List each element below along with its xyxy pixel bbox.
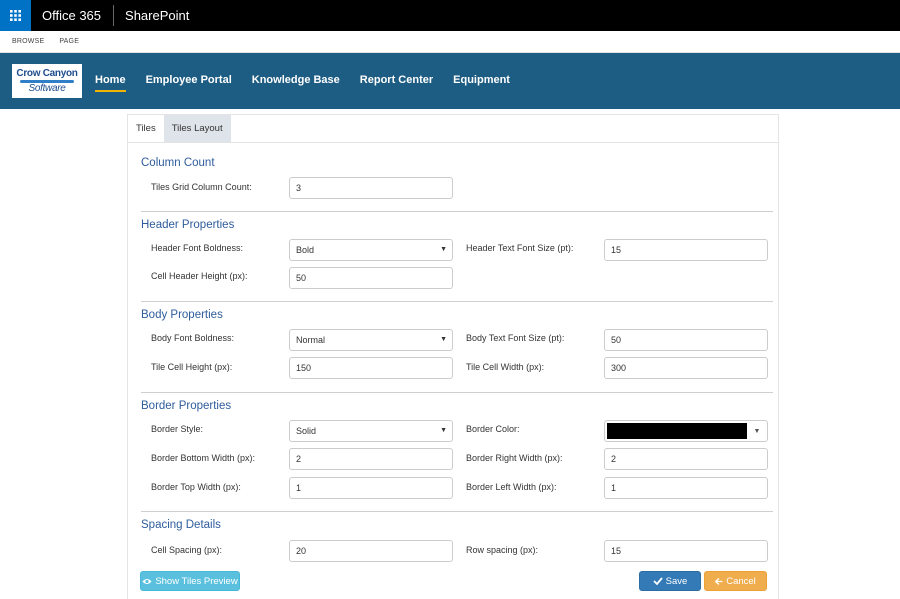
save-button[interactable]: Save [639,571,701,591]
border-style-value: Solid [296,426,317,436]
row-spacing-input[interactable]: 15 [604,540,768,562]
border-style-label: Border Style: [151,424,204,434]
eye-icon [142,578,152,584]
show-tiles-preview-label: Show Tiles Preview [155,575,238,587]
tab-tiles[interactable]: Tiles [128,115,164,142]
header-text-font-size-input[interactable]: 15 [604,239,768,261]
ribbon-tab-browse[interactable]: BROWSE [12,38,44,45]
border-right-width-input[interactable]: 2 [604,448,768,470]
border-top-width-label: Border Top Width (px): [151,482,241,492]
settings-panel: Tiles Tiles Layout Column Count Tiles Gr… [127,114,779,599]
tab-bar: Tiles Tiles Layout [128,115,231,142]
tab-divider [128,142,778,143]
tile-cell-width-input[interactable]: 300 [604,357,768,379]
check-icon [653,577,663,585]
tile-cell-height-input[interactable]: 150 [289,357,453,379]
office-365-link[interactable]: Office 365 [31,8,113,23]
cancel-button[interactable]: Cancel [704,571,767,591]
show-tiles-preview-button[interactable]: Show Tiles Preview [140,571,240,591]
app-launcher-button[interactable] [0,0,31,31]
section-divider [141,392,773,393]
arrow-left-icon [715,577,723,585]
section-title-border-properties: Border Properties [141,400,232,412]
border-style-select[interactable]: Solid ▼ [289,420,453,442]
border-color-picker[interactable]: ▼ [604,420,768,442]
body-font-boldness-label: Body Font Boldness: [151,333,235,343]
nav-item-knowledge-base[interactable]: Knowledge Base [252,74,340,88]
row-spacing-label: Row spacing (px): [466,545,539,555]
tab-tiles-layout[interactable]: Tiles Layout [163,115,231,142]
tile-cell-height-label: Tile Cell Height (px): [151,362,233,372]
border-bottom-width-input[interactable]: 2 [289,448,453,470]
suite-bar: Office 365 SharePoint [0,0,900,31]
section-divider [141,211,773,212]
border-color-label: Border Color: [466,424,520,434]
body-text-font-size-input[interactable]: 50 [604,329,768,351]
nav-item-home[interactable]: Home [95,74,126,92]
border-top-width-input[interactable]: 1 [289,477,453,499]
chevron-down-icon: ▼ [440,336,447,343]
border-left-width-label: Border Left Width (px): [466,482,557,492]
border-left-width-input[interactable]: 1 [604,477,768,499]
tiles-grid-column-count-input[interactable]: 3 [289,177,453,199]
header-text-font-size-label: Header Text Font Size (pt): [466,243,574,253]
border-bottom-width-label: Border Bottom Width (px): [151,453,256,463]
cell-spacing-label: Cell Spacing (px): [151,545,223,555]
tile-cell-width-label: Tile Cell Width (px): [466,362,545,372]
logo-text-line1: Crow Canyon [16,67,78,79]
chevron-down-icon: ▼ [440,246,447,253]
section-title-body-properties: Body Properties [141,309,223,321]
section-title-column-count: Column Count [141,157,215,169]
cell-header-height-input[interactable]: 50 [289,267,453,289]
top-navigation: Crow Canyon Software Home Employee Porta… [0,53,900,109]
body-font-boldness-select[interactable]: Normal ▼ [289,329,453,351]
ribbon: BROWSE PAGE [0,31,900,53]
section-title-spacing-details: Spacing Details [141,519,221,531]
logo-text-line2: Software [28,82,66,94]
body-font-boldness-value: Normal [296,335,326,345]
company-logo[interactable]: Crow Canyon Software [12,64,82,98]
chevron-down-icon: ▼ [440,427,447,434]
body-text-font-size-label: Body Text Font Size (pt): [466,333,565,343]
header-font-boldness-label: Header Font Boldness: [151,243,244,253]
cell-header-height-label: Cell Header Height (px): [151,271,248,281]
section-title-header-properties: Header Properties [141,219,235,231]
header-font-boldness-select[interactable]: Bold ▼ [289,239,453,261]
sharepoint-link[interactable]: SharePoint [114,8,189,23]
waffle-icon [10,10,21,21]
tiles-grid-column-count-label: Tiles Grid Column Count: [151,182,252,192]
cancel-label: Cancel [726,575,756,587]
section-divider [141,301,773,302]
nav-item-report-center[interactable]: Report Center [360,74,433,88]
save-label: Save [665,575,688,587]
border-color-swatch [607,423,747,439]
section-divider [141,511,773,512]
header-font-boldness-value: Bold [296,245,315,255]
chevron-down-icon[interactable]: ▼ [749,423,765,439]
nav-item-employee-portal[interactable]: Employee Portal [146,74,232,88]
border-right-width-label: Border Right Width (px): [466,453,563,463]
cell-spacing-input[interactable]: 20 [289,540,453,562]
nav-item-equipment[interactable]: Equipment [453,74,510,88]
ribbon-tab-page[interactable]: PAGE [59,38,79,45]
